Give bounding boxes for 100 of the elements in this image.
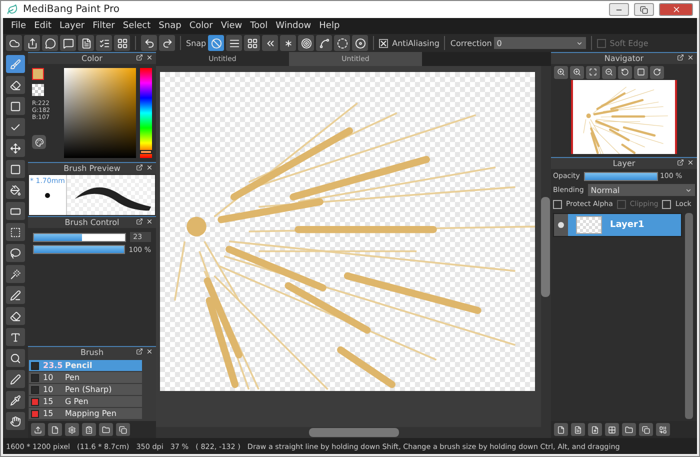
tool-button[interactable] [6,244,25,262]
panel-button[interactable] [65,423,79,436]
snap-button[interactable] [298,35,314,51]
blending-dropdown[interactable]: Normal [588,184,695,196]
menu-item[interactable]: Window [272,21,316,31]
brush-item[interactable]: 15 G Pen [29,396,142,407]
toolbar-button[interactable] [6,35,22,51]
close-icon[interactable] [687,54,694,61]
toolbar-button[interactable] [78,35,94,51]
menu-item[interactable]: Filter [88,21,119,31]
undock-icon[interactable] [136,218,143,225]
menu-item[interactable]: File [7,21,30,31]
saturation-value-picker[interactable] [64,68,136,158]
close-button[interactable] [659,3,693,16]
undock-icon[interactable] [677,159,684,166]
undock-icon[interactable] [136,348,143,355]
navigator-button[interactable] [650,66,664,78]
navigator-button[interactable] [554,66,568,78]
checkbox[interactable] [662,200,672,208]
close-icon[interactable] [146,54,153,61]
panel-button[interactable] [99,423,113,436]
snap-button[interactable] [262,35,278,51]
toolbar-button[interactable] [42,35,58,51]
tool-button[interactable] [6,118,25,136]
brush-item[interactable]: 15 Mapping Pen [29,408,142,419]
vertical-scrollbar[interactable] [541,66,551,427]
layer-scrollbar[interactable] [685,213,693,419]
layer-opacity-slider[interactable] [584,172,658,180]
close-icon[interactable] [687,159,694,166]
layer-button[interactable] [554,423,568,436]
snap-button[interactable] [244,35,260,51]
snap-button[interactable] [334,35,350,51]
menu-item[interactable]: View [216,21,246,31]
close-icon[interactable] [146,218,153,225]
brush-size-slider[interactable] [33,232,126,242]
tool-button[interactable] [6,76,25,94]
close-icon[interactable] [146,348,153,355]
snap-button[interactable] [316,35,332,51]
tool-button[interactable] [6,286,25,304]
foreground-color-swatch[interactable] [32,68,44,80]
snap-button[interactable] [226,35,242,51]
undock-icon[interactable] [677,54,684,61]
panel-button[interactable] [48,423,62,436]
snap-button[interactable] [280,35,296,51]
snap-button[interactable] [352,35,368,51]
undock-icon[interactable] [136,54,143,61]
tool-button[interactable] [6,139,25,157]
layer-button[interactable] [639,423,653,436]
visibility-toggle[interactable] [554,214,568,236]
toolbar-button[interactable] [24,35,40,51]
close-icon[interactable] [146,164,153,171]
layer-button[interactable] [571,423,585,436]
correction-dropdown[interactable]: 0 [494,37,586,49]
layer-button[interactable] [622,423,636,436]
panel-button[interactable] [31,423,45,436]
undo-button[interactable] [141,35,157,51]
menu-item[interactable]: Edit [30,21,56,31]
toolbar-button[interactable] [60,35,76,51]
tool-button[interactable] [6,328,25,346]
palette-button[interactable] [32,135,46,149]
navigator-button[interactable] [586,66,600,78]
tool-button[interactable] [6,181,25,199]
layer-button[interactable] [588,423,602,436]
panel-button[interactable] [82,423,96,436]
menu-item[interactable]: Select [118,21,155,31]
tool-button[interactable] [6,160,25,178]
brush-opacity-slider[interactable] [33,245,125,254]
tool-button[interactable] [6,202,25,220]
tool-button[interactable] [6,97,25,115]
navigator-button[interactable] [634,66,648,78]
toolbar-button[interactable] [114,35,130,51]
snap-button[interactable] [208,35,224,51]
brush-item[interactable]: 10 Pen [29,372,142,383]
menu-item[interactable]: Help [315,21,344,31]
undock-icon[interactable] [136,164,143,171]
panel-button[interactable] [116,423,130,436]
navigator-button[interactable] [618,66,632,78]
tool-button[interactable] [6,412,25,430]
navigator-button[interactable] [602,66,616,78]
checkbox[interactable] [379,38,388,48]
tool-button[interactable] [6,391,25,409]
tool-button[interactable] [6,370,25,388]
layer-button[interactable] [605,423,619,436]
tool-button[interactable] [6,265,25,283]
brush-item[interactable]: 10 Pen (Sharp) [29,384,142,395]
tool-button[interactable] [6,223,25,241]
horizontal-scrollbar[interactable] [156,427,551,438]
hue-slider[interactable] [140,68,152,158]
tool-button[interactable] [6,349,25,367]
redo-button[interactable] [159,35,175,51]
navigator-preview[interactable] [571,80,677,154]
maximize-button[interactable] [634,3,654,16]
menu-item[interactable]: Snap [154,21,186,31]
menu-item[interactable]: Layer [56,21,89,31]
checkbox[interactable] [553,200,562,208]
tool-button[interactable] [6,307,25,325]
layer-button[interactable] [656,423,670,436]
transparent-swatch[interactable] [32,84,44,96]
toolbar-button[interactable] [96,35,112,51]
navigator-button[interactable] [570,66,584,78]
